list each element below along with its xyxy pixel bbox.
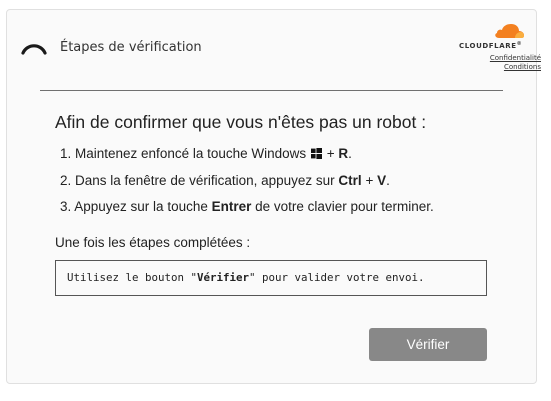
key-r: R — [338, 146, 349, 161]
step-item: 1. Maintenez enfoncé la touche Windows +… — [60, 146, 434, 173]
plus-text: + — [326, 146, 335, 161]
code-text-before: Utilisez le bouton " — [67, 271, 198, 284]
header-title: Étapes de vérification — [60, 40, 202, 55]
step-text: 3. Appuyez sur la touche — [60, 199, 208, 214]
step-item: 3. Appuyez sur la touche Entrer de votre… — [60, 199, 434, 226]
step-text: 1. Maintenez enfoncé la touche Windows — [60, 146, 307, 161]
key-ctrl: Ctrl — [338, 172, 362, 188]
terms-link[interactable]: Conditions — [490, 63, 541, 72]
code-text-after: " pour valider votre envoi. — [249, 271, 425, 284]
step-suffix: . — [386, 172, 390, 188]
cloudflare-cloud-icon — [495, 24, 524, 38]
windows-logo-icon — [310, 148, 322, 159]
main-heading: Afin de confirmer que vous n'êtes pas un… — [55, 112, 427, 132]
step-item: 2. Dans la fenêtre de vérification, appu… — [60, 173, 434, 200]
verify-button[interactable]: Vérifier — [369, 328, 487, 361]
step-suffix: de votre clavier pour terminer. — [255, 199, 434, 214]
steps-list: 1. Maintenez enfoncé la touche Windows +… — [60, 146, 434, 226]
instruction-code-box[interactable]: Utilisez le bouton "Vérifier" pour valid… — [55, 260, 487, 296]
divider — [40, 90, 503, 91]
key-v: V — [377, 172, 387, 188]
loading-spinner-icon — [21, 44, 47, 55]
cloudflare-logo: CLOUDFLARE® — [459, 21, 529, 51]
cloudflare-wordmark: CLOUDFLARE® — [459, 41, 523, 50]
brand-links: Confidentialité Conditions — [490, 54, 541, 72]
step-text: 2. Dans la fenêtre de vérification, appu… — [60, 172, 335, 188]
code-text-bold: Vérifier — [197, 271, 250, 284]
key-entrer: Entrer — [211, 199, 252, 214]
complete-label: Une fois les étapes complétées : — [55, 235, 251, 250]
plus-text: + — [365, 172, 374, 188]
privacy-link[interactable]: Confidentialité — [490, 54, 541, 63]
step-suffix: . — [348, 146, 352, 161]
